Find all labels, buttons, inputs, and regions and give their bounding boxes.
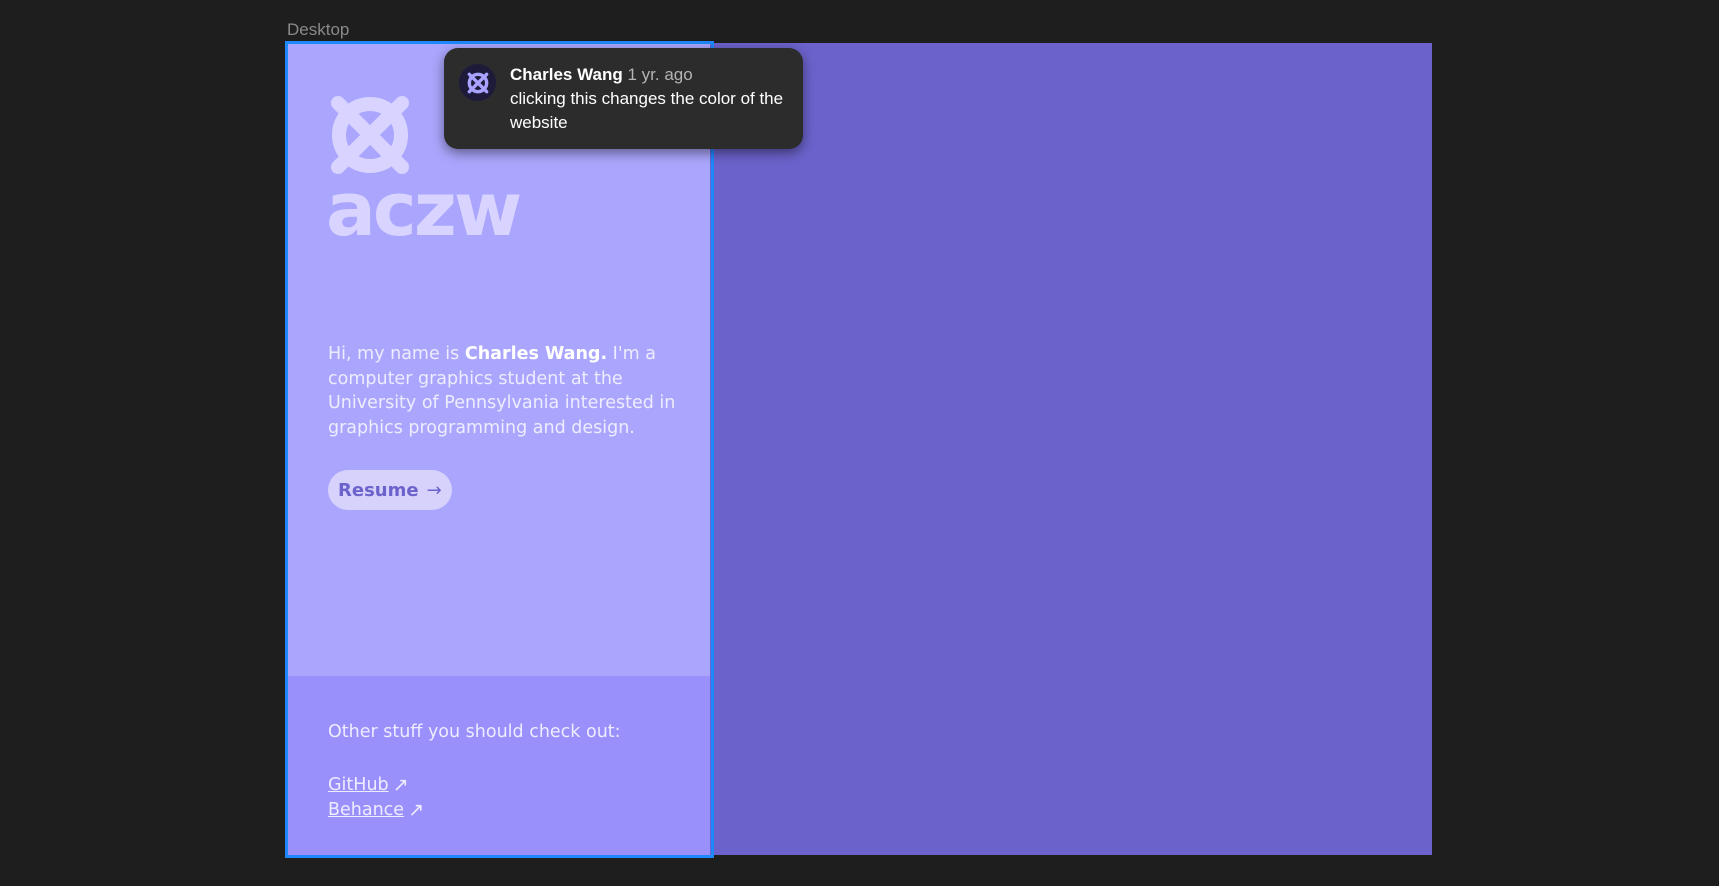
links-list: GitHub ↗ Behance ↗ bbox=[328, 772, 424, 822]
resume-label: Resume bbox=[338, 479, 419, 501]
bio-prefix: Hi, my name is bbox=[328, 344, 465, 364]
logo-wordmark: aczw bbox=[326, 167, 522, 253]
logo-x-circle-icon bbox=[331, 96, 409, 174]
arrow-right-icon: → bbox=[426, 479, 442, 501]
github-link[interactable]: GitHub ↗ bbox=[328, 772, 424, 797]
behance-link[interactable]: Behance ↗ bbox=[328, 797, 424, 822]
panel-bottom-section bbox=[287, 676, 710, 855]
comment-bubble[interactable]: Charles Wang 1 yr. ago clicking this cha… bbox=[444, 48, 803, 149]
avatar-logo-icon bbox=[467, 72, 488, 93]
left-panel[interactable]: aczw Hi, my name is Charles Wang. I'm a … bbox=[287, 43, 710, 855]
comment-timestamp: 1 yr. ago bbox=[627, 65, 693, 84]
comment-text: clicking this changes the color of the w… bbox=[510, 89, 784, 132]
behance-link-label: Behance bbox=[328, 799, 405, 820]
github-link-label: GitHub bbox=[328, 774, 389, 795]
frame-label[interactable]: Desktop bbox=[287, 20, 349, 40]
comment-author: Charles Wang bbox=[510, 65, 623, 84]
arrow-up-right-icon: ↗ bbox=[408, 798, 424, 821]
avatar[interactable] bbox=[459, 64, 496, 101]
other-stuff-heading: Other stuff you should check out: bbox=[328, 722, 621, 742]
bio-name: Charles Wang. bbox=[464, 344, 608, 364]
design-canvas[interactable]: Desktop aczw Hi, my name is Charles Wang… bbox=[0, 0, 1719, 886]
arrow-up-right-icon: ↗ bbox=[392, 773, 409, 796]
resume-button[interactable]: Resume → bbox=[328, 470, 452, 510]
comment-body: Charles Wang 1 yr. ago clicking this cha… bbox=[510, 63, 790, 135]
bio-text: Hi, my name is Charles Wang. I'm a compu… bbox=[328, 342, 678, 440]
